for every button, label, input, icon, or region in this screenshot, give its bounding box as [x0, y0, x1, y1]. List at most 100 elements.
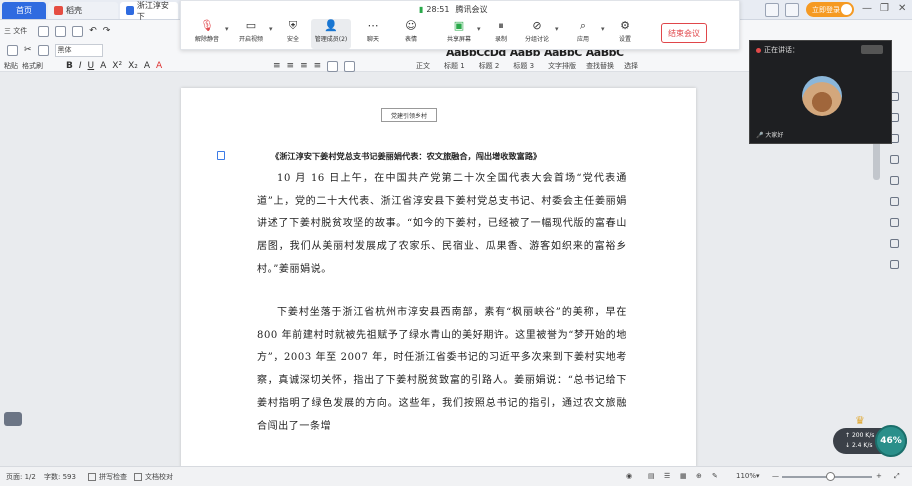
subscript-button[interactable]: X₂	[128, 61, 138, 71]
copy-icon[interactable]	[37, 44, 49, 56]
select-button[interactable]: 选择	[624, 61, 638, 71]
spell-check[interactable]: 拼写检查	[88, 472, 127, 482]
restore-icon[interactable]: ❐	[880, 3, 889, 14]
border-icon[interactable]	[327, 60, 339, 72]
pen-status-icon[interactable]: ✎	[712, 472, 718, 480]
tab-home-label: 首页	[16, 6, 32, 15]
print-side-icon[interactable]	[889, 260, 899, 269]
breakout-label: 分组讨论	[524, 36, 549, 43]
style-h2[interactable]: 标题 2	[479, 61, 500, 71]
font-color-button[interactable]: A	[156, 61, 162, 71]
justify-icon[interactable]: ≡	[314, 61, 322, 71]
chevron-down-icon[interactable]: ▾	[555, 25, 559, 33]
docer-icon	[54, 6, 63, 15]
page-indicator[interactable]: 页面: 1/2	[6, 472, 36, 482]
apps-button[interactable]: ⌕ 应用	[563, 19, 603, 49]
word-count[interactable]: 字数: 593	[44, 472, 76, 482]
font-name-select[interactable]: 黑体	[54, 43, 103, 57]
align-left-icon[interactable]: ≡	[273, 61, 281, 71]
speaking-dot-icon	[756, 47, 761, 53]
breakout-button[interactable]: ⊘ 分组讨论	[517, 19, 557, 49]
chevron-down-icon[interactable]: ▾	[601, 25, 605, 33]
outline-toggle-icon[interactable]	[4, 412, 22, 426]
proofread[interactable]: 文档校对	[134, 472, 173, 482]
align-center-icon[interactable]: ≡	[287, 61, 295, 71]
chat-button[interactable]: ⋯ 聊天	[353, 19, 393, 49]
end-meeting-button[interactable]: 结束会议	[661, 23, 707, 43]
preview-icon[interactable]	[72, 25, 84, 37]
meeting-toolbar: ▮ 28:51 腾讯会议 🎙 解除静音 ▾ ▭ 开启视频 ▾ ⛨ 安全 👤 管理成员(2…	[180, 0, 740, 50]
paste-icon[interactable]	[7, 44, 18, 56]
grid-icon[interactable]	[785, 3, 799, 17]
share-icon[interactable]	[889, 239, 899, 248]
minimize-icon[interactable]: —	[862, 3, 872, 14]
chat-icon: ⋯	[367, 19, 379, 32]
chevron-down-icon[interactable]: ▾	[269, 25, 273, 33]
bold-button[interactable]: B	[66, 61, 73, 71]
members-button[interactable]: 👤 管理成员(2)	[311, 19, 351, 49]
style-h3[interactable]: 标题 3	[513, 61, 534, 71]
document-title[interactable]: 《浙江淳安下姜村党总支书记姜丽娟代表：农文旅融合，闯出增收致富路》	[271, 150, 541, 162]
camera-off-icon: ▭	[245, 19, 257, 32]
security-button[interactable]: ⛨ 安全	[273, 19, 313, 49]
page-view-icon[interactable]: ▤	[648, 472, 655, 480]
network-widget[interactable]: ↑ 200 K/s ↓ 2.4 K/s 46%	[833, 425, 907, 457]
style-normal[interactable]: 正文	[416, 61, 430, 71]
video-button[interactable]: ▭ 开启视频	[231, 19, 271, 49]
zoom-level[interactable]: 110% ▾	[736, 472, 760, 480]
text-layout-button[interactable]: 文字排版	[548, 61, 576, 71]
eye-icon[interactable]: ◉	[626, 472, 632, 480]
undo-icon[interactable]: ↶	[89, 26, 97, 36]
paragraph-1[interactable]: 10 月 16 日上午，在中国共产党第二十次全国代表大会首场“党代表通道”上，党…	[257, 168, 627, 282]
align-right-icon[interactable]: ≡	[300, 61, 308, 71]
cut-icon[interactable]: ✂	[24, 45, 32, 55]
download-speed: ↓ 2.4 K/s	[845, 442, 873, 449]
settings-button[interactable]: ⚙ 设置	[605, 19, 645, 49]
login-button[interactable]: 立即登录	[806, 2, 854, 17]
reaction-label: 表情	[404, 36, 417, 43]
web-view-icon[interactable]: ▦	[680, 472, 687, 480]
save-icon[interactable]	[38, 25, 50, 37]
reaction-button[interactable]: ☺ 表情	[391, 19, 431, 49]
layout-icon[interactable]	[765, 3, 779, 17]
shading-icon[interactable]	[344, 60, 356, 72]
comment-icon[interactable]	[217, 151, 225, 160]
document-page[interactable]: 党建引领乡村 《浙江淳安下姜村党总支书记姜丽娟代表：农文旅融合，闯出增收致富路》…	[181, 88, 696, 468]
chevron-down-icon[interactable]: ▾	[225, 25, 229, 33]
underline-button[interactable]: U	[88, 61, 95, 71]
tab-home[interactable]: 首页	[2, 2, 46, 19]
italic-button[interactable]: I	[79, 61, 82, 71]
record-button[interactable]: ⏸ 录制	[481, 19, 521, 49]
zoom-slider-handle[interactable]	[826, 472, 835, 481]
redo-icon[interactable]: ↷	[103, 26, 111, 36]
tab-document[interactable]: 浙江淳安下	[120, 1, 178, 21]
strikethrough-button[interactable]: A	[100, 61, 106, 71]
zoom-out-icon[interactable]: —	[772, 472, 779, 480]
chat-bubble-icon[interactable]	[889, 218, 899, 227]
zoom-in-icon[interactable]: +	[876, 472, 882, 480]
meeting-logo-icon	[861, 45, 883, 54]
globe-icon[interactable]: ⊕	[696, 472, 702, 480]
paragraph-2[interactable]: 下姜村坐落于浙江省杭州市淳安县西南部，素有“枫丽峡谷”的美称，早在 800 年前…	[257, 302, 627, 438]
spell-check-label: 拼写检查	[99, 473, 127, 481]
superscript-button[interactable]: X²	[112, 61, 122, 71]
highlight-button[interactable]: A	[144, 61, 150, 71]
bookmark-icon[interactable]	[889, 155, 899, 164]
header-tag[interactable]: 党建引领乡村	[381, 108, 437, 122]
tab-docer[interactable]: 稻壳	[48, 2, 118, 19]
video-window[interactable]: 正在讲话： 🎤 大家好	[749, 40, 892, 144]
file-menu[interactable]: 三 文件	[4, 26, 27, 36]
find-replace-button[interactable]: 查找替换	[586, 61, 614, 71]
style-h1[interactable]: 标题 1	[444, 61, 465, 71]
close-icon[interactable]: ✕	[898, 3, 906, 14]
vertical-scrollbar[interactable]	[873, 140, 880, 180]
picture-icon[interactable]	[889, 197, 899, 206]
print-icon[interactable]	[55, 25, 67, 37]
unmute-button[interactable]: 🎙 解除静音	[187, 19, 227, 49]
outline-view-icon[interactable]: ☰	[664, 472, 670, 480]
share-screen-button[interactable]: ▣ 共享屏幕	[439, 19, 479, 49]
chevron-down-icon[interactable]: ▾	[477, 25, 481, 33]
shape-icon[interactable]	[889, 176, 899, 185]
fullscreen-icon[interactable]: ⤢	[894, 472, 900, 481]
format-painter-label[interactable]: 格式刷	[22, 61, 43, 71]
